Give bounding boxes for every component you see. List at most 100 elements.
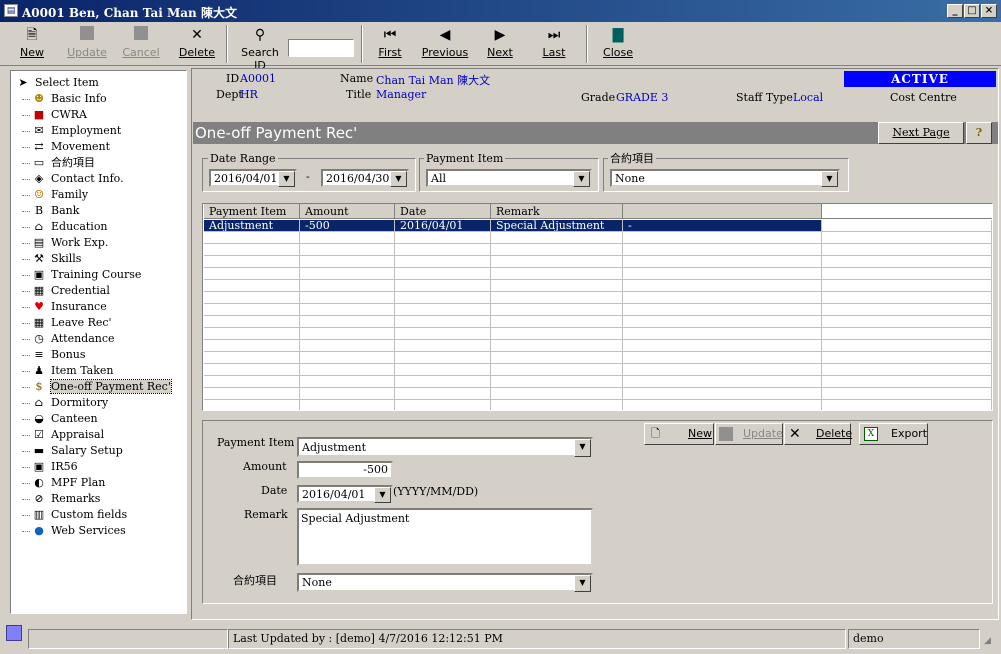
help-button[interactable]: ? [966, 122, 992, 144]
remark-textarea[interactable]: Special Adjustment [297, 508, 593, 566]
payment-item-select[interactable]: Adjustment ▼ [297, 437, 593, 457]
previous-record-icon: ◀ [439, 27, 451, 43]
table-cell [822, 268, 992, 280]
close-window-button[interactable]: × [981, 4, 997, 18]
sidebar-item-label: Select Item [35, 76, 99, 89]
table-cell [623, 232, 822, 244]
contract-filter-label: 合約項目 [608, 150, 656, 166]
next-page-button[interactable]: Next Page [878, 122, 964, 144]
grid-column-header[interactable]: Remark [491, 204, 623, 219]
amount-input[interactable]: -500 [297, 461, 393, 479]
sidebar-item[interactable]: ▣ Training Course [15, 267, 183, 283]
contract-select[interactable]: None ▼ [297, 573, 593, 592]
empty-table-row [204, 232, 992, 244]
close-button[interactable]: ▇ Close [598, 24, 638, 64]
door-exit-icon: ▇ [612, 27, 624, 43]
detail-update-button[interactable]: Update [715, 423, 783, 445]
new-button[interactable]: 🗎 New [12, 24, 52, 64]
sidebar-item-label: Canteen [51, 412, 98, 425]
sidebar-item[interactable]: ▦ Leave Rec' [15, 315, 183, 331]
title-label: Title [346, 88, 372, 101]
table-cell [491, 364, 623, 376]
search-id-input[interactable] [288, 39, 354, 57]
table-cell: Adjustment [204, 220, 300, 232]
sidebar-item[interactable]: ● Web Services [15, 523, 183, 539]
first-button[interactable]: ⏮ First [372, 24, 408, 64]
date-from-picker[interactable]: 2016/04/01 ▼ [209, 169, 297, 187]
cost-centre-label: Cost Centre [890, 91, 957, 104]
sidebar-item[interactable]: ◐ MPF Plan [15, 475, 183, 491]
sidebar-item[interactable]: ▣ IR56 [15, 459, 183, 475]
sidebar-item[interactable]: ▥ Custom fields [15, 507, 183, 523]
sidebar-item[interactable]: ☻ Basic Info [15, 91, 183, 107]
toolbar-separator [586, 25, 588, 63]
current-user-status: demo [848, 629, 980, 649]
table-cell [300, 316, 395, 328]
payment-item-filter-select[interactable]: All ▼ [426, 169, 592, 187]
table-cell [491, 268, 623, 280]
last-button[interactable]: ⏭ Last [536, 24, 572, 64]
date-to-picker[interactable]: 2016/04/30 ▼ [321, 169, 409, 187]
sidebar-item[interactable]: ⇄ Movement [15, 139, 183, 155]
table-cell [204, 364, 300, 376]
sidebar-item[interactable]: ▭ 合約項目 [15, 155, 183, 171]
contract-label: 合約項目 [233, 574, 277, 587]
dropdown-arrow-icon: ▼ [390, 171, 407, 187]
sidebar-item[interactable]: ➤ Select Item [15, 75, 183, 91]
sidebar-item[interactable]: B Bank [15, 203, 183, 219]
sidebar-item-label: 合約項目 [51, 156, 95, 169]
sidebar-item[interactable]: ⌂ Education [15, 219, 183, 235]
delete-button[interactable]: ✕ Delete [174, 24, 220, 64]
sidebar-item[interactable]: $ One-off Payment Rec' [15, 379, 183, 395]
sidebar-item[interactable]: ♥ Insurance [15, 299, 183, 315]
table-cell [491, 304, 623, 316]
sidebar-item[interactable]: ☑ Appraisal [15, 427, 183, 443]
sidebar-item[interactable]: ■ CWRA [15, 107, 183, 123]
cancel-button[interactable]: Cancel [118, 24, 164, 64]
sidebar-item[interactable]: ⌂ Dormitory [15, 395, 183, 411]
contact-icon: ◈ [34, 172, 44, 185]
detail-delete-button[interactable]: ✕ Delete [784, 423, 852, 445]
sidebar-item[interactable]: ≡ Bonus [15, 347, 183, 363]
empty-table-row [204, 352, 992, 364]
grid-column-header[interactable]: Date [395, 204, 491, 219]
maximize-button[interactable]: □ [964, 4, 980, 18]
table-row[interactable]: Adjustment -500 2016/04/01 Special Adjustme… [204, 220, 992, 232]
sidebar-item[interactable]: ▬ Salary Setup [15, 443, 183, 459]
section-title: One-off Payment Rec' [195, 124, 358, 142]
next-button[interactable]: ▶ Next [482, 24, 518, 64]
sidebar-item[interactable]: ⊘ Remarks [15, 491, 183, 507]
empty-table-row [204, 340, 992, 352]
table-cell [204, 304, 300, 316]
sidebar-item[interactable]: ⚒ Skills [15, 251, 183, 267]
empty-table-row [204, 328, 992, 340]
delete-x-icon: ✕ [789, 426, 801, 442]
grid-column-header[interactable]: Payment Item [204, 204, 300, 219]
date-picker[interactable]: 2016/04/01 ▼ [297, 485, 393, 503]
payment-grid[interactable]: Payment Item Amount Date Remark Adjustment -… [202, 203, 993, 411]
sidebar-item-label: Salary Setup [51, 444, 123, 457]
detail-export-button[interactable]: X Export [859, 423, 928, 445]
grid-column-header[interactable]: Amount [300, 204, 395, 219]
previous-button[interactable]: ◀ Previous [420, 24, 470, 64]
minimize-button[interactable]: _ [947, 4, 963, 18]
sidebar-item[interactable]: ♟ Item Taken [15, 363, 183, 379]
sidebar-item[interactable]: ✉ Employment [15, 123, 183, 139]
sidebar-tree[interactable]: ➤ Select Item ☻ Basic Info ■ CWRA ✉ Employment ⇄… [10, 70, 187, 614]
grid-column-header[interactable] [623, 204, 822, 219]
contract-filter-select[interactable]: None ▼ [610, 169, 840, 187]
sidebar-item[interactable]: ◒ Canteen [15, 411, 183, 427]
id-label: ID [226, 72, 240, 85]
table-cell [623, 268, 822, 280]
sidebar-item[interactable]: ◈ Contact Info. [15, 171, 183, 187]
sidebar-item[interactable]: ▦ Credential [15, 283, 183, 299]
sidebar-item[interactable]: ▤ Work Exp. [15, 235, 183, 251]
grid-column-header[interactable] [822, 204, 992, 219]
detail-new-button[interactable]: 🗋 New [644, 423, 714, 445]
sidebar-item-label: Education [51, 220, 108, 233]
tree-branch-line [22, 435, 30, 436]
update-button[interactable]: Update [62, 24, 112, 64]
sidebar-item[interactable]: ☺ Family [15, 187, 183, 203]
resize-grip-icon[interactable]: ◢ [984, 636, 998, 650]
sidebar-item[interactable]: ◷ Attendance [15, 331, 183, 347]
